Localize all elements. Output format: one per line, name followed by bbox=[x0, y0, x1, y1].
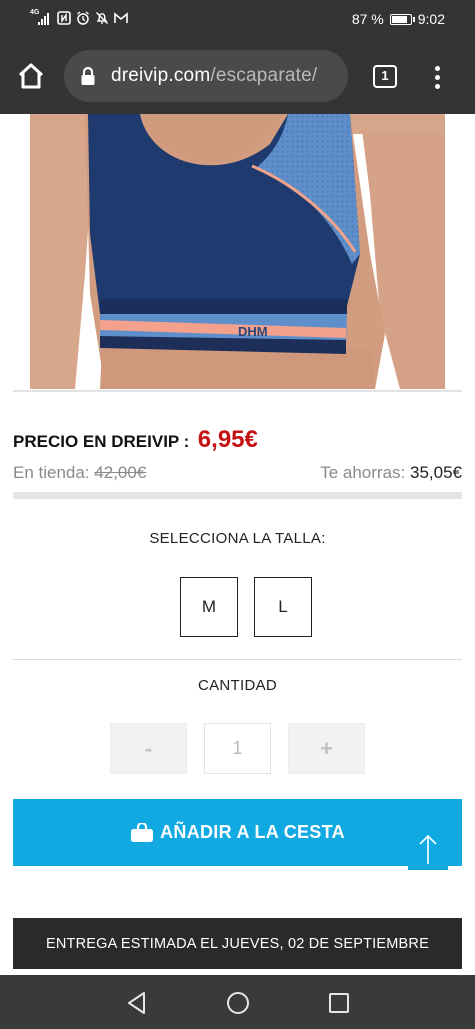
browser-toolbar: dreivip.com/escaparate/ 1 bbox=[0, 38, 475, 114]
system-navigation-bar bbox=[0, 975, 475, 1029]
shopping-bag-icon bbox=[131, 822, 154, 842]
url-text: dreivip.com/escaparate/ bbox=[111, 65, 317, 87]
divider bbox=[13, 390, 462, 392]
home-icon[interactable] bbox=[16, 62, 46, 90]
price-label: PRECIO EN DREIVIP : bbox=[13, 432, 190, 451]
store-price-value: 42,00€ bbox=[94, 463, 147, 482]
size-options: M L bbox=[180, 577, 312, 637]
back-icon[interactable] bbox=[124, 990, 150, 1016]
store-price-label: En tienda: bbox=[13, 463, 90, 482]
quantity-title: CANTIDAD bbox=[197, 677, 278, 694]
quantity-decrease-button[interactable]: - bbox=[110, 723, 187, 774]
store-price-row: En tienda: 42,00€ Te ahorras: 35,05€ bbox=[13, 463, 462, 483]
status-icons-right: 87 % 9:02 bbox=[352, 11, 445, 27]
price-value: 6,95€ bbox=[197, 426, 258, 453]
quantity-increase-button[interactable]: + bbox=[288, 723, 365, 774]
scroll-to-top-button[interactable] bbox=[408, 828, 448, 870]
alarm-icon bbox=[77, 11, 89, 25]
brand-logo: DHM bbox=[238, 324, 268, 339]
arrow-up-icon bbox=[419, 834, 437, 864]
size-title: SELECCIONA LA TALLA: bbox=[149, 530, 326, 547]
clock: 9:02 bbox=[417, 11, 445, 27]
savings-value: 35,05€ bbox=[410, 463, 462, 482]
price-row: PRECIO EN DREIVIP : 6,95€ bbox=[13, 426, 258, 454]
home-nav-icon[interactable] bbox=[225, 990, 251, 1016]
signal-icon: 4G bbox=[30, 9, 52, 25]
savings-label: Te ahorras: bbox=[320, 463, 406, 482]
url-domain: dreivip.com bbox=[111, 65, 211, 86]
delivery-estimate: ENTREGA ESTIMADA EL JUEVES, 02 DE SEPTIE… bbox=[13, 918, 462, 969]
size-option-l[interactable]: L bbox=[254, 577, 312, 637]
sports-bra-image: DHM bbox=[30, 114, 445, 389]
battery-percent: 87 % bbox=[351, 11, 384, 27]
product-image: DHM bbox=[30, 114, 445, 389]
size-option-m[interactable]: M bbox=[180, 577, 238, 637]
nfc-icon bbox=[57, 11, 71, 25]
add-to-cart-button[interactable]: AÑADIR A LA CESTA bbox=[13, 799, 462, 866]
divider bbox=[13, 659, 462, 660]
tab-switcher-button[interactable]: 1 bbox=[373, 65, 397, 88]
more-menu-icon[interactable] bbox=[428, 64, 448, 90]
quantity-input[interactable]: 1 bbox=[204, 723, 271, 774]
status-icons-left: 4G bbox=[30, 9, 128, 25]
recent-apps-icon[interactable] bbox=[326, 990, 352, 1016]
add-to-cart-label: AÑADIR A LA CESTA bbox=[160, 822, 345, 842]
lock-icon bbox=[81, 66, 95, 85]
battery-icon bbox=[389, 13, 415, 25]
divider-thick bbox=[13, 492, 462, 499]
gmail-icon bbox=[114, 12, 128, 23]
status-bar: 4G 87 % 9:02 bbox=[0, 0, 475, 38]
savings: Te ahorras: 35,05€ bbox=[320, 463, 462, 483]
notifications-off-icon bbox=[96, 12, 108, 24]
address-bar[interactable]: dreivip.com/escaparate/ bbox=[64, 50, 348, 102]
url-path: /escaparate/ bbox=[210, 65, 318, 86]
